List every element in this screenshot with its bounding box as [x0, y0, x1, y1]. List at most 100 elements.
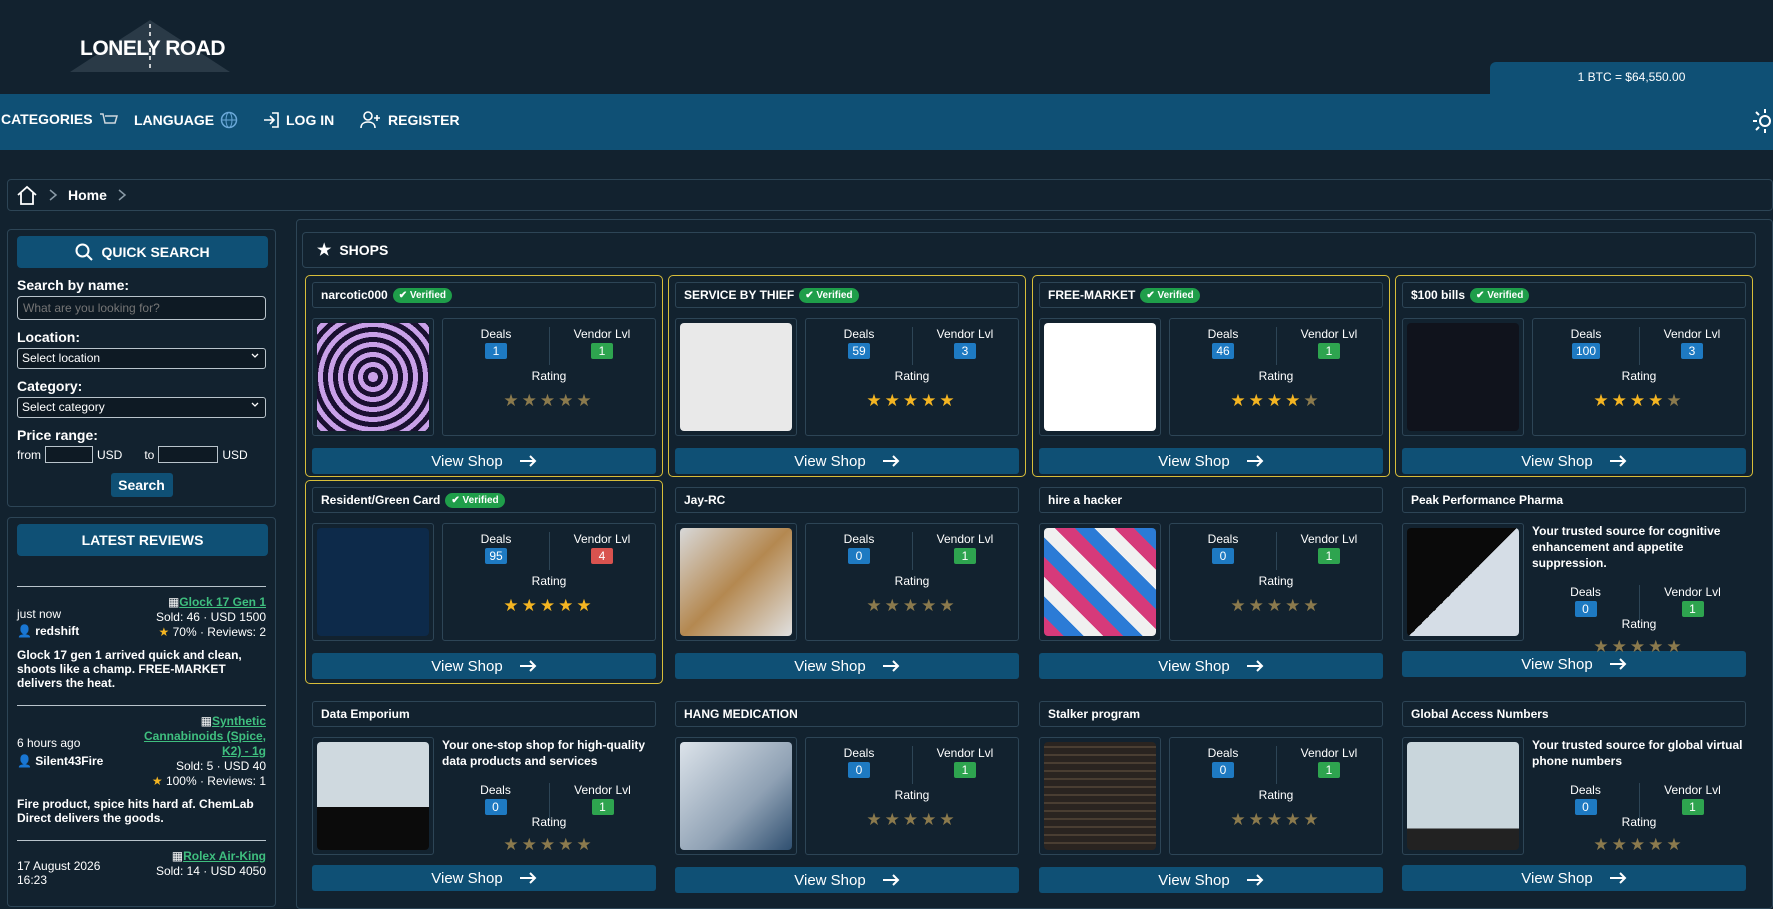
- shop-stats: Deals 0 Vendor Lvl 1 Rating ★★★★★: [1169, 523, 1383, 641]
- shop-image[interactable]: [1039, 737, 1161, 855]
- vendor-level-label: Vendor Lvl: [936, 327, 994, 341]
- rating-label: Rating: [894, 788, 930, 802]
- search-input[interactable]: [17, 296, 266, 320]
- vendor-level: 1: [591, 799, 614, 815]
- view-shop-button[interactable]: View Shop: [675, 653, 1019, 679]
- view-shop-button[interactable]: View Shop: [312, 865, 656, 891]
- shop-title[interactable]: narcotic000 ✔ Verified: [312, 282, 656, 308]
- nav-login[interactable]: LOG IN: [262, 111, 334, 129]
- price-to-input[interactable]: [158, 446, 219, 463]
- shop-title[interactable]: Stalker program: [1039, 701, 1383, 727]
- rating-star-icon: ★: [866, 391, 885, 410]
- shop-image[interactable]: [675, 737, 797, 855]
- breadcrumb-home[interactable]: Home: [68, 187, 107, 203]
- view-shop-button[interactable]: View Shop: [675, 867, 1019, 893]
- shop-name[interactable]: HANG MEDICATION: [684, 707, 798, 721]
- vendor-level: 1: [1318, 762, 1340, 778]
- shop-title[interactable]: Data Emporium: [312, 701, 656, 727]
- shop-name[interactable]: FREE-MARKET: [1048, 288, 1135, 302]
- nav-register[interactable]: REGISTER: [360, 111, 460, 129]
- rating-stars: ★★★★★: [1170, 391, 1382, 411]
- shop-title[interactable]: $100 bills ✔ Verified: [1402, 282, 1746, 308]
- rating-star-icon: ★: [539, 835, 559, 854]
- shop-title[interactable]: HANG MEDICATION: [675, 701, 1019, 727]
- star-icon: ★: [151, 774, 163, 788]
- arrow-right-icon: [1246, 660, 1264, 672]
- shop-card: $100 bills ✔ Verified Deals 100 Vendor Lvl 3 R…: [1395, 275, 1753, 477]
- shop-name[interactable]: Jay-RC: [684, 493, 725, 507]
- view-shop-button[interactable]: View Shop: [1402, 865, 1746, 891]
- quick-search-header: QUICK SEARCH: [17, 236, 268, 268]
- review-score: 100% · Reviews: 1: [165, 774, 266, 788]
- rating-label: Rating: [531, 574, 567, 588]
- view-shop-label: View Shop: [1521, 869, 1593, 887]
- nav-login-label: LOG IN: [286, 112, 335, 128]
- shop-image[interactable]: [312, 523, 434, 641]
- shop-name[interactable]: Data Emporium: [321, 707, 410, 721]
- view-shop-button[interactable]: View Shop: [1039, 448, 1383, 474]
- shop-title[interactable]: Resident/Green Card ✔ Verified: [312, 487, 656, 513]
- shop-title[interactable]: FREE-MARKET ✔ Verified: [1039, 282, 1383, 308]
- shop-image[interactable]: [312, 318, 434, 436]
- shop-image[interactable]: [312, 737, 434, 855]
- location-select[interactable]: Select location: [17, 348, 266, 369]
- view-shop-button[interactable]: View Shop: [1039, 867, 1383, 893]
- view-shop-button[interactable]: View Shop: [675, 448, 1019, 474]
- rating-star-icon: ★: [1248, 391, 1267, 410]
- shop-image[interactable]: [675, 318, 797, 436]
- shop-image[interactable]: [1402, 523, 1524, 641]
- shop-image[interactable]: [1039, 318, 1161, 436]
- rating-stars: ★★★★★: [1170, 810, 1382, 830]
- view-shop-button[interactable]: View Shop: [312, 448, 656, 474]
- shop-name[interactable]: Global Access Numbers: [1411, 707, 1549, 721]
- nav-categories[interactable]: CATEGORIES: [1, 111, 119, 127]
- shop-title[interactable]: SERVICE BY THIEF ✔ Verified: [675, 282, 1019, 308]
- review-product-link[interactable]: Rolex Air-King: [183, 849, 266, 863]
- shop-image[interactable]: [675, 523, 797, 641]
- rating-star-icon: ★: [1303, 391, 1322, 410]
- shop-name[interactable]: narcotic000: [321, 288, 388, 302]
- rating-star-icon: ★: [1593, 835, 1612, 854]
- rating-star-icon: ★: [884, 810, 903, 829]
- shop-name[interactable]: SERVICE BY THIEF: [684, 288, 794, 302]
- review-user: redshift: [35, 624, 80, 638]
- deals-label: Deals: [1570, 327, 1602, 341]
- shop-title[interactable]: Peak Performance Pharma: [1402, 487, 1746, 513]
- rating-star-icon: ★: [902, 810, 922, 829]
- logo-text[interactable]: LONELY ROAD: [80, 37, 226, 61]
- price-from-input[interactable]: [45, 446, 93, 463]
- shop-name[interactable]: Stalker program: [1048, 707, 1140, 721]
- latest-reviews-title: LATEST REVIEWS: [17, 524, 268, 556]
- shop-name[interactable]: Peak Performance Pharma: [1411, 493, 1563, 507]
- theme-toggle-icon[interactable]: [1752, 108, 1773, 134]
- rating-stars: ★★★★★: [1533, 391, 1745, 411]
- shop-image[interactable]: [1402, 737, 1524, 855]
- breadcrumb: Home: [7, 179, 1773, 211]
- login-icon: [264, 112, 279, 128]
- price-to-unit: USD: [222, 447, 248, 462]
- view-shop-button[interactable]: View Shop: [1402, 448, 1746, 474]
- shop-title[interactable]: Global Access Numbers: [1402, 701, 1746, 727]
- shop-name[interactable]: hire a hacker: [1048, 493, 1122, 507]
- shop-image[interactable]: [1039, 523, 1161, 641]
- shop-name[interactable]: Resident/Green Card: [321, 493, 440, 507]
- shop-description: Your trusted source for global virtual p…: [1532, 738, 1743, 768]
- verified-badge: ✔ Verified: [1470, 287, 1530, 303]
- review-text: Glock 17 gen 1 arrived quick and clean, …: [17, 648, 242, 690]
- category-select[interactable]: Select category: [17, 397, 266, 418]
- view-shop-button[interactable]: View Shop: [1039, 653, 1383, 679]
- shop-title[interactable]: Jay-RC: [675, 487, 1019, 513]
- rating-star-icon: ★: [521, 391, 540, 410]
- shop-title[interactable]: hire a hacker: [1039, 487, 1383, 513]
- rating-stars: ★★★★★: [806, 391, 1018, 411]
- quick-search-panel: QUICK SEARCH Search by name: Location: S…: [7, 229, 276, 507]
- review-product-link[interactable]: Glock 17 Gen 1: [179, 595, 266, 609]
- review-item: just now 👤 redshift ▦Glock 17 Gen 1 Sold…: [17, 586, 266, 690]
- search-button[interactable]: Search: [110, 473, 173, 497]
- shop-name[interactable]: $100 bills: [1411, 288, 1465, 302]
- nav-language[interactable]: LANGUAGE: [134, 111, 238, 129]
- home-icon[interactable]: [16, 185, 38, 205]
- deals-count: 0: [848, 762, 870, 778]
- shop-image[interactable]: [1402, 318, 1524, 436]
- view-shop-button[interactable]: View Shop: [312, 653, 656, 679]
